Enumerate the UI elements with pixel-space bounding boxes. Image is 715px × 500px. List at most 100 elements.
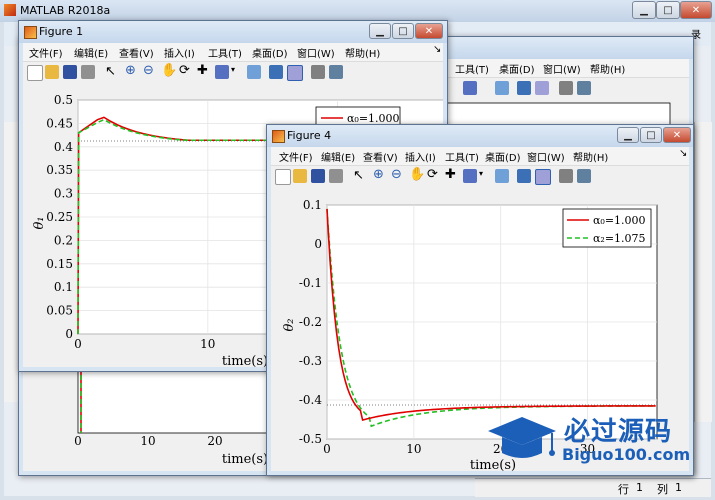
figure1-ytick-label: 0.35 bbox=[46, 163, 73, 177]
bg-brush-icon[interactable] bbox=[463, 81, 477, 95]
figure1-minimize-button[interactable]: ▁ bbox=[369, 23, 391, 39]
col-label: 列 bbox=[657, 483, 668, 496]
bg-show-icon[interactable] bbox=[577, 81, 591, 95]
colorbar-icon[interactable] bbox=[517, 169, 531, 183]
save-icon[interactable] bbox=[63, 65, 77, 79]
colorbar-icon[interactable] bbox=[269, 65, 283, 79]
menu-help[interactable]: 帮助(H) bbox=[345, 45, 380, 60]
watermark-logo: 必过源码 Biguo100.com bbox=[478, 405, 714, 471]
menu-file[interactable]: 文件(F) bbox=[279, 149, 313, 164]
figure4-toolbar: ↖ ⊕ ⊖ ✋ ⟳ ✚ ▾ bbox=[271, 165, 689, 189]
figure1-ytick-label: 0.1 bbox=[54, 280, 73, 294]
figure4-minimize-button[interactable]: ▁ bbox=[617, 127, 639, 143]
figure1-toolbar: ↖ ⊕ ⊖ ✋ ⟳ ✚ ▾ bbox=[23, 61, 443, 85]
new-figure-icon[interactable] bbox=[27, 65, 43, 81]
pan-icon[interactable]: ✋ bbox=[161, 63, 177, 78]
show-tools-icon[interactable] bbox=[329, 65, 343, 79]
menu-window[interactable]: 窗口(W) bbox=[297, 45, 335, 60]
save-icon[interactable] bbox=[311, 169, 325, 183]
dock-arrow-icon[interactable]: ↘ bbox=[433, 44, 441, 55]
link-plot-icon[interactable] bbox=[495, 169, 509, 183]
zoom-out-icon[interactable]: ⊖ bbox=[143, 63, 154, 78]
figure4-maximize-button[interactable]: □ bbox=[640, 127, 662, 143]
legend-icon[interactable] bbox=[535, 169, 551, 185]
bg-menu-help[interactable]: 帮助(H) bbox=[590, 61, 625, 76]
bg-menu-window[interactable]: 窗口(W) bbox=[543, 61, 581, 76]
figure1-ytick-label: 0.15 bbox=[46, 257, 73, 271]
brush-dropdown-icon[interactable]: ▾ bbox=[479, 169, 483, 178]
rotate-icon[interactable]: ⟳ bbox=[179, 63, 190, 78]
zoom-out-icon[interactable]: ⊖ bbox=[391, 167, 402, 182]
pan-icon[interactable]: ✋ bbox=[409, 167, 425, 182]
menu-desktop[interactable]: 桌面(D) bbox=[252, 45, 288, 60]
zoom-in-icon[interactable]: ⊕ bbox=[125, 63, 136, 78]
figure1-maximize-button[interactable]: □ bbox=[392, 23, 414, 39]
bg-xtick-20: 20 bbox=[207, 434, 222, 448]
link-plot-icon[interactable] bbox=[247, 65, 261, 79]
menu-insert[interactable]: 插入(I) bbox=[405, 149, 436, 164]
new-figure-icon[interactable] bbox=[275, 169, 291, 185]
edit-plot-icon[interactable]: ↖ bbox=[105, 64, 116, 79]
hide-tools-icon[interactable] bbox=[311, 65, 325, 79]
figure4-close-button[interactable]: ✕ bbox=[663, 127, 691, 143]
rotate-icon[interactable]: ⟳ bbox=[427, 167, 438, 182]
figure1-xtick-label: 0 bbox=[74, 337, 82, 351]
hide-tools-icon[interactable] bbox=[559, 169, 573, 183]
row-value: 1 bbox=[636, 481, 643, 494]
maximize-button[interactable]: □ bbox=[656, 1, 680, 19]
legend-icon[interactable] bbox=[287, 65, 303, 81]
menu-view[interactable]: 查看(V) bbox=[363, 149, 398, 164]
bg-legend-icon[interactable] bbox=[535, 81, 549, 95]
open-file-icon[interactable] bbox=[293, 169, 307, 183]
edit-plot-icon[interactable]: ↖ bbox=[353, 168, 364, 183]
bg-hide-icon[interactable] bbox=[559, 81, 573, 95]
data-cursor-icon[interactable]: ✚ bbox=[197, 63, 208, 78]
bg-menu-tools[interactable]: 工具(T) bbox=[455, 61, 489, 76]
figure1-ytick-label: 0.4 bbox=[54, 140, 73, 154]
figure4-ytick-label: -0.2 bbox=[299, 315, 322, 329]
menu-file[interactable]: 文件(F) bbox=[29, 45, 63, 60]
figure-icon bbox=[24, 26, 37, 39]
watermark-title: 必过源码 bbox=[564, 417, 673, 447]
figure4-ytick-label: 0 bbox=[314, 237, 322, 251]
bg-colorbar-icon[interactable] bbox=[517, 81, 531, 95]
figure1-xtick-label: 10 bbox=[200, 337, 215, 351]
close-button[interactable]: ✕ bbox=[680, 1, 712, 19]
menu-desktop[interactable]: 桌面(D) bbox=[485, 149, 521, 164]
dock-arrow-icon[interactable]: ↘ bbox=[679, 148, 687, 159]
menu-help[interactable]: 帮助(H) bbox=[573, 149, 608, 164]
menu-edit[interactable]: 编辑(E) bbox=[321, 149, 355, 164]
print-icon[interactable] bbox=[329, 169, 343, 183]
menu-edit[interactable]: 编辑(E) bbox=[74, 45, 108, 60]
figure1-menu-bar: 文件(F) 编辑(E) 查看(V) 插入(I) 工具(T) 桌面(D) 窗口(W… bbox=[23, 43, 443, 61]
menu-tools[interactable]: 工具(T) bbox=[208, 45, 242, 60]
figure4-ytick-label: -0.3 bbox=[299, 354, 322, 368]
figure4-ytick-label: 0.1 bbox=[303, 198, 322, 212]
menu-insert[interactable]: 插入(I) bbox=[164, 45, 195, 60]
bg-xtick-0: 0 bbox=[74, 434, 82, 448]
minimize-button[interactable]: ▁ bbox=[632, 1, 656, 19]
show-tools-icon[interactable] bbox=[577, 169, 591, 183]
brush-icon[interactable] bbox=[463, 169, 477, 183]
menu-view[interactable]: 查看(V) bbox=[119, 45, 154, 60]
brush-icon[interactable] bbox=[215, 65, 229, 79]
bg-menu-desktop[interactable]: 桌面(D) bbox=[499, 61, 535, 76]
figure1-ytick-label: 0.45 bbox=[46, 116, 73, 130]
menu-window[interactable]: 窗口(W) bbox=[527, 149, 565, 164]
bg-xlabel: time(s) bbox=[222, 452, 268, 467]
figure1-ytick-label: 0.2 bbox=[54, 233, 73, 247]
brush-dropdown-icon[interactable]: ▾ bbox=[231, 65, 235, 74]
bg-link-icon[interactable] bbox=[495, 81, 509, 95]
figure1-ytick-label: 0 bbox=[65, 327, 73, 341]
figure4-legend[interactable]: α₀=1.000 α₂=1.075 bbox=[562, 208, 652, 248]
zoom-in-icon[interactable]: ⊕ bbox=[373, 167, 384, 182]
menu-tools[interactable]: 工具(T) bbox=[445, 149, 479, 164]
data-cursor-icon[interactable]: ✚ bbox=[445, 167, 456, 182]
right-panel bbox=[694, 122, 712, 422]
figure1-title-bar: Figure 1 ▁ □ ✕ bbox=[19, 21, 447, 43]
row-label: 行 bbox=[618, 483, 629, 496]
open-file-icon[interactable] bbox=[45, 65, 59, 79]
figure1-close-button[interactable]: ✕ bbox=[415, 23, 443, 39]
figure4-title-bar: Figure 4 ▁ □ ✕ bbox=[267, 125, 693, 147]
print-icon[interactable] bbox=[81, 65, 95, 79]
